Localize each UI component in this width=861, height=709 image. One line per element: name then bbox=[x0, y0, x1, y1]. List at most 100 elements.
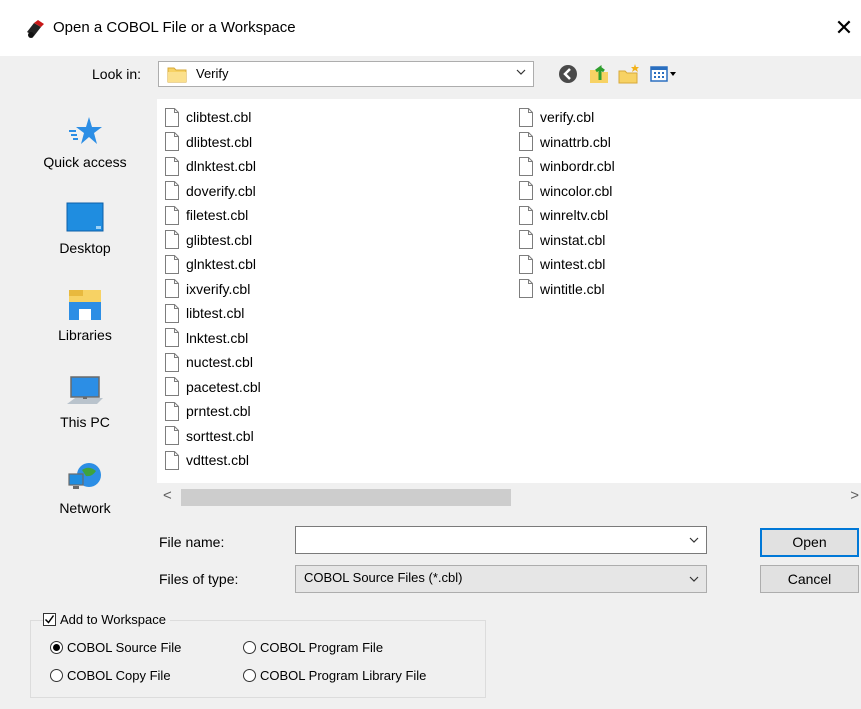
place-libraries[interactable]: Libraries bbox=[20, 287, 150, 343]
place-label: Desktop bbox=[59, 240, 111, 256]
file-item[interactable]: glibtest.cbl bbox=[165, 228, 252, 252]
file-item[interactable]: dlnktest.cbl bbox=[165, 154, 256, 178]
scroll-right-arrow[interactable]: > bbox=[850, 487, 859, 504]
radio-cobol-copy-file[interactable]: COBOL Copy File bbox=[50, 668, 171, 683]
file-document-icon bbox=[165, 426, 179, 445]
file-item[interactable]: nuctest.cbl bbox=[165, 350, 253, 374]
radio-label: COBOL Program File bbox=[260, 640, 384, 655]
radio-label: COBOL Source File bbox=[67, 640, 182, 655]
file-item[interactable]: wincolor.cbl bbox=[519, 179, 612, 203]
file-list[interactable]: clibtest.cbl dlibtest.cbl dlnktest.cbl dove… bbox=[157, 99, 861, 483]
file-name-text: ixverify.cbl bbox=[186, 280, 251, 297]
file-item[interactable]: ixverify.cbl bbox=[165, 277, 250, 301]
place-label: Libraries bbox=[58, 327, 112, 343]
file-name-text: doverify.cbl bbox=[186, 182, 256, 199]
chevron-down-icon[interactable] bbox=[688, 534, 700, 546]
libraries-icon bbox=[69, 290, 101, 320]
file-item[interactable]: winstat.cbl bbox=[519, 228, 605, 252]
radio-cobol-source-file[interactable]: COBOL Source File bbox=[50, 640, 181, 655]
file-name-text: winstat.cbl bbox=[540, 231, 606, 248]
window-title: Open a COBOL File or a Workspace bbox=[53, 19, 296, 36]
add-to-workspace-checkbox[interactable]: Add to Workspace bbox=[43, 612, 170, 627]
file-name-text: nuctest.cbl bbox=[186, 354, 253, 370]
radio-circle[interactable] bbox=[243, 641, 256, 654]
radio-circle[interactable] bbox=[50, 641, 63, 654]
file-item[interactable]: winbordr.cbl bbox=[519, 154, 615, 178]
network-icon bbox=[68, 463, 101, 489]
desktop-icon bbox=[66, 202, 104, 232]
open-button[interactable]: Open bbox=[760, 528, 859, 557]
file-name-text: vdttest.cbl bbox=[186, 452, 250, 468]
radio-cobol-program-file[interactable]: COBOL Program File bbox=[243, 640, 383, 655]
file-item[interactable]: vdttest.cbl bbox=[165, 448, 249, 472]
file-item[interactable]: pacetest.cbl bbox=[165, 375, 261, 399]
file-name-text: winattrb.cbl bbox=[540, 133, 611, 150]
radio-circle[interactable] bbox=[243, 669, 256, 682]
checkbox-box[interactable] bbox=[43, 613, 56, 626]
place-desktop[interactable]: Desktop bbox=[20, 200, 150, 256]
place-label: This PC bbox=[60, 414, 110, 430]
file-document-icon bbox=[165, 132, 179, 151]
file-item[interactable]: dlibtest.cbl bbox=[165, 130, 252, 154]
file-name-text: clibtest.cbl bbox=[186, 109, 252, 125]
file-name-text: wincolor.cbl bbox=[540, 182, 613, 199]
file-item[interactable]: wintest.cbl bbox=[519, 252, 605, 276]
file-name-text: prntest.cbl bbox=[186, 403, 251, 419]
chevron-down-icon bbox=[689, 576, 699, 582]
quick-access-star-icon bbox=[69, 117, 102, 144]
close-icon: ✕ bbox=[834, 15, 854, 40]
file-item[interactable]: glnktest.cbl bbox=[165, 252, 256, 276]
file-item[interactable]: libtest.cbl bbox=[165, 301, 244, 325]
file-name-input[interactable] bbox=[295, 526, 707, 554]
file-item[interactable]: winattrb.cbl bbox=[519, 130, 611, 154]
cancel-button[interactable]: Cancel bbox=[760, 565, 859, 593]
checkmark-icon bbox=[44, 615, 55, 624]
file-name-label: File name: bbox=[159, 534, 225, 550]
scroll-left-arrow[interactable]: < bbox=[163, 487, 172, 504]
up-folder-icon[interactable] bbox=[587, 62, 611, 86]
file-document-icon bbox=[165, 279, 179, 298]
files-of-type-value: COBOL Source Files (*.cbl) bbox=[304, 570, 463, 585]
file-document-icon bbox=[165, 230, 179, 249]
file-document-icon bbox=[519, 132, 533, 151]
horizontal-scrollbar[interactable]: < > bbox=[157, 483, 861, 512]
file-item[interactable]: wintitle.cbl bbox=[519, 277, 605, 301]
file-document-icon bbox=[165, 254, 179, 274]
workspace-group bbox=[30, 620, 486, 698]
cobol-app-icon bbox=[27, 20, 44, 38]
file-document-icon bbox=[165, 401, 179, 421]
file-name-text: glnktest.cbl bbox=[186, 256, 257, 272]
file-document-icon bbox=[165, 156, 179, 176]
back-icon[interactable] bbox=[556, 62, 580, 86]
place-quick-access[interactable]: Quick access bbox=[20, 114, 150, 170]
file-document-icon bbox=[165, 328, 179, 347]
file-document-icon bbox=[165, 205, 179, 225]
file-item[interactable]: filetest.cbl bbox=[165, 203, 248, 227]
radio-label: COBOL Program Library File bbox=[260, 668, 427, 683]
radio-cobol-program-library-file[interactable]: COBOL Program Library File bbox=[243, 668, 426, 683]
file-document-icon bbox=[165, 450, 179, 470]
this-pc-icon bbox=[67, 376, 103, 404]
files-of-type-dropdown[interactable]: COBOL Source Files (*.cbl) bbox=[295, 565, 707, 593]
look-in-dropdown[interactable]: Verify bbox=[158, 61, 534, 87]
scroll-thumb[interactable] bbox=[181, 489, 511, 506]
file-item[interactable]: doverify.cbl bbox=[165, 179, 256, 203]
place-network[interactable]: Network bbox=[20, 460, 150, 516]
file-name-text: sorttest.cbl bbox=[186, 427, 254, 444]
file-item[interactable]: verify.cbl bbox=[519, 105, 594, 129]
checkbox-label: Add to Workspace bbox=[60, 612, 166, 627]
file-document-icon bbox=[165, 181, 179, 200]
file-item[interactable]: lnktest.cbl bbox=[165, 326, 248, 350]
view-menu-icon[interactable] bbox=[648, 62, 680, 86]
file-name-text: libtest.cbl bbox=[186, 305, 245, 321]
new-folder-icon[interactable] bbox=[617, 62, 641, 86]
file-item[interactable]: prntest.cbl bbox=[165, 399, 251, 423]
file-item[interactable]: sorttest.cbl bbox=[165, 424, 254, 448]
file-document-icon bbox=[519, 205, 533, 225]
file-item[interactable]: winreltv.cbl bbox=[519, 203, 608, 227]
file-document-icon bbox=[519, 156, 533, 176]
file-item[interactable]: clibtest.cbl bbox=[165, 105, 251, 129]
close-button[interactable]: ✕ bbox=[827, 10, 861, 46]
radio-circle[interactable] bbox=[50, 669, 63, 682]
place-this-pc[interactable]: This PC bbox=[20, 374, 150, 430]
